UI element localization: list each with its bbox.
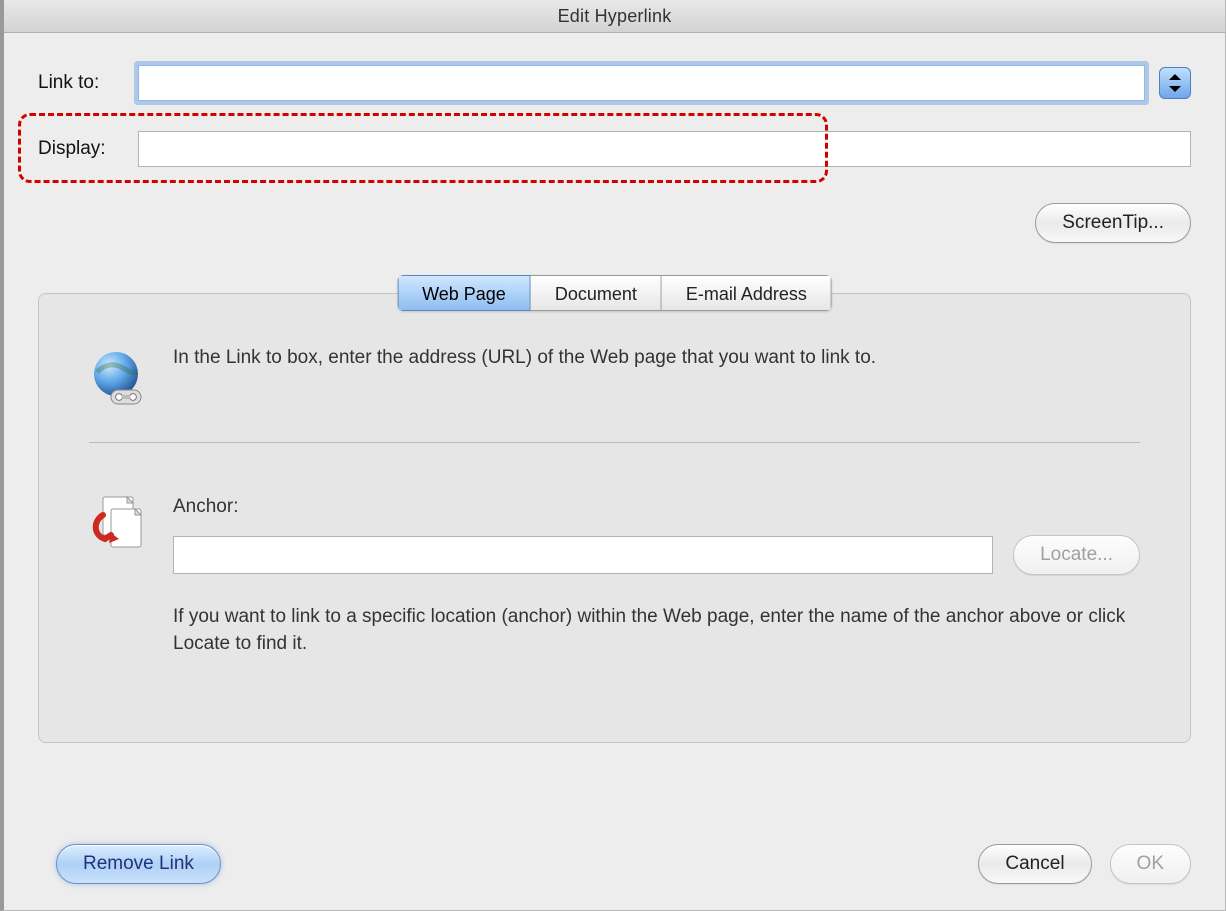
locate-button[interactable]: Locate... (1013, 535, 1140, 575)
display-label: Display: (38, 138, 138, 160)
dialog-title: Edit Hyperlink (4, 0, 1225, 33)
edit-hyperlink-dialog: Edit Hyperlink Link to: Display: ScreenT… (0, 0, 1226, 911)
ok-button[interactable]: OK (1110, 844, 1191, 884)
linkto-dropdown-button[interactable] (1159, 67, 1191, 99)
remove-link-button[interactable]: Remove Link (56, 844, 221, 884)
tab-web-page[interactable]: Web Page (397, 275, 531, 311)
url-help-text: In the Link to box, enter the address (U… (173, 344, 1140, 408)
tab-document[interactable]: Document (531, 275, 662, 311)
anchor-input[interactable] (173, 536, 993, 574)
web-page-panel: In the Link to box, enter the address (U… (38, 293, 1191, 743)
anchor-section: Anchor: Locate... If you want to link to… (89, 493, 1140, 658)
anchor-help-text: If you want to link to a specific locati… (173, 603, 1140, 658)
documents-anchor-icon (89, 493, 147, 551)
dialog-body: Link to: Display: ScreenTip... Web Page … (4, 33, 1225, 824)
tab-email-address[interactable]: E-mail Address (662, 275, 832, 311)
url-help-section: In the Link to box, enter the address (U… (89, 344, 1140, 408)
globe-link-icon (89, 350, 147, 408)
screentip-button[interactable]: ScreenTip... (1035, 203, 1191, 243)
display-row: Display: (38, 131, 1191, 167)
anchor-content: Anchor: Locate... If you want to link to… (173, 493, 1140, 658)
panel-divider (89, 442, 1140, 443)
anchor-label: Anchor: (173, 493, 1140, 521)
linkto-input[interactable] (138, 65, 1145, 101)
anchor-input-row: Locate... (173, 535, 1140, 575)
dialog-footer: Remove Link Cancel OK (4, 824, 1225, 910)
linkto-label: Link to: (38, 72, 138, 94)
link-type-panel-wrap: Web Page Document E-mail Address (38, 293, 1191, 743)
screentip-row: ScreenTip... (38, 203, 1191, 243)
display-input[interactable] (138, 131, 1191, 167)
linkto-row: Link to: (38, 65, 1191, 101)
cancel-button[interactable]: Cancel (978, 844, 1091, 884)
link-type-tabs: Web Page Document E-mail Address (397, 275, 832, 311)
